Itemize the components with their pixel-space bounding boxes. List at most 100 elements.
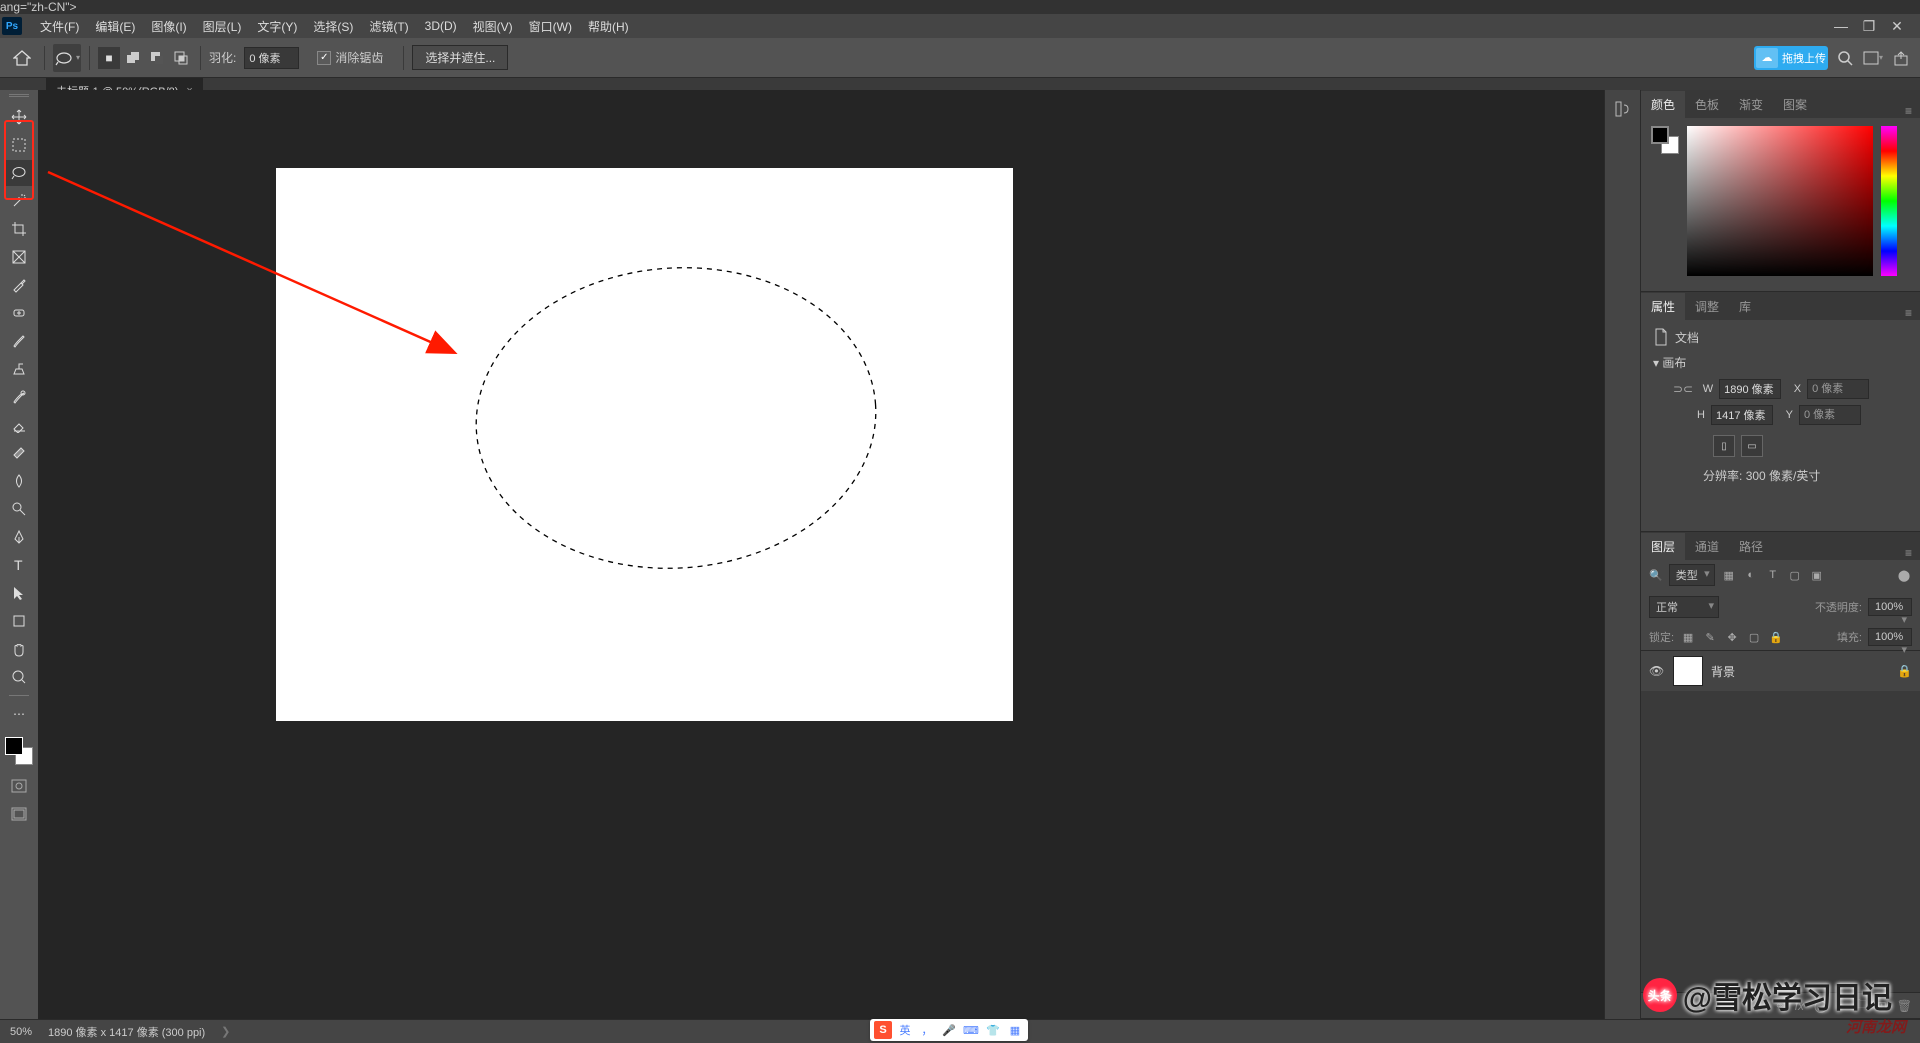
cloud-upload-button[interactable]: ☁ 拖拽上传 (1754, 46, 1828, 70)
menu-select[interactable]: 选择(S) (305, 18, 361, 35)
lock-position-icon[interactable]: ✥ (1724, 629, 1740, 645)
link-icon[interactable]: ⊃⊂ (1673, 382, 1693, 396)
foreground-color-swatch[interactable] (5, 737, 23, 755)
new-layer-icon[interactable]: ⊞ (1877, 999, 1887, 1013)
search-icon[interactable] (1834, 47, 1856, 69)
orientation-portrait[interactable]: ▯ (1713, 435, 1735, 457)
type-tool[interactable]: T (6, 552, 32, 578)
delete-layer-icon[interactable]: 🗑 (1897, 999, 1912, 1013)
hue-slider[interactable] (1881, 126, 1897, 276)
panel-menu-icon[interactable]: ≡ (1897, 546, 1920, 560)
magic-wand-tool[interactable] (6, 188, 32, 214)
fill-input[interactable]: 100% (1868, 628, 1912, 646)
opacity-input[interactable]: 100% (1868, 598, 1912, 616)
canvas-area[interactable] (38, 90, 1604, 1019)
ime-lang[interactable]: 英 (896, 1021, 914, 1039)
layer-name[interactable]: 背景 (1711, 663, 1889, 680)
tab-adjustments[interactable]: 调整 (1685, 293, 1729, 320)
visibility-icon[interactable]: 👁 (1649, 664, 1665, 678)
menu-help[interactable]: 帮助(H) (580, 18, 637, 35)
layer-fx-icon[interactable]: fx (1795, 999, 1804, 1013)
filter-toggle-icon[interactable]: ⬤ (1896, 567, 1912, 583)
eyedropper-tool[interactable] (6, 272, 32, 298)
menu-edit[interactable]: 编辑(E) (87, 18, 143, 35)
zoom-tool[interactable] (6, 664, 32, 690)
pen-tool[interactable] (6, 524, 32, 550)
menu-type[interactable]: 文字(Y) (249, 18, 305, 35)
dock-icon[interactable] (1610, 96, 1636, 122)
crop-tool[interactable] (6, 216, 32, 242)
menu-layer[interactable]: 图层(L) (195, 18, 250, 35)
filter-adjust-icon[interactable]: ◐ (1743, 567, 1759, 583)
menu-window[interactable]: 窗口(W) (521, 18, 580, 35)
tab-properties[interactable]: 属性 (1641, 293, 1685, 320)
path-selection-tool[interactable] (6, 580, 32, 606)
filter-shape-icon[interactable]: ▢ (1787, 567, 1803, 583)
blur-tool[interactable] (6, 468, 32, 494)
color-field[interactable] (1687, 126, 1873, 276)
panel-color-swatches[interactable] (1651, 126, 1679, 154)
filter-type-icon[interactable]: T (1765, 567, 1781, 583)
ime-skin-icon[interactable]: 👕 (984, 1021, 1002, 1039)
group-icon[interactable]: 🗀 (1855, 995, 1867, 1016)
frame-tool[interactable] (6, 244, 32, 270)
panel-menu-icon[interactable]: ≡ (1897, 306, 1920, 320)
antialias-checkbox[interactable]: ✓ (317, 51, 331, 65)
move-tool[interactable] (6, 104, 32, 130)
lock-artboard-icon[interactable]: ▢ (1746, 629, 1762, 645)
menu-filter[interactable]: 滤镜(T) (361, 18, 416, 35)
marquee-tool[interactable] (6, 132, 32, 158)
edit-toolbar-icon[interactable]: ⋯ (6, 701, 32, 727)
minimize-button[interactable]: — (1834, 18, 1848, 35)
layer-row[interactable]: 👁 背景 🔒 (1641, 651, 1920, 691)
current-tool-icon[interactable]: ▾ (53, 44, 81, 72)
mode-add[interactable] (122, 47, 144, 69)
panel-menu-icon[interactable]: ≡ (1897, 104, 1920, 118)
menu-view[interactable]: 视图(V) (465, 18, 521, 35)
brush-tool[interactable] (6, 328, 32, 354)
tab-swatches[interactable]: 色板 (1685, 91, 1729, 118)
quick-mask-icon[interactable] (6, 773, 32, 799)
filter-pixel-icon[interactable]: ▦ (1721, 567, 1737, 583)
history-brush-tool[interactable] (6, 384, 32, 410)
document-dimensions[interactable]: 1890 像素 x 1417 像素 (300 ppi) (48, 1024, 205, 1040)
tab-channels[interactable]: 通道 (1685, 533, 1729, 560)
lock-pixels-icon[interactable]: ▦ (1680, 629, 1696, 645)
tab-gradients[interactable]: 渐变 (1729, 91, 1773, 118)
lasso-tool[interactable] (6, 160, 32, 186)
layer-mask-icon[interactable]: ◯ (1814, 999, 1827, 1013)
dodge-tool[interactable] (6, 496, 32, 522)
share-icon[interactable] (1890, 47, 1912, 69)
mode-subtract[interactable] (146, 47, 168, 69)
toolbar-grip[interactable] (9, 94, 29, 100)
blend-mode-dropdown[interactable]: 正常 (1649, 596, 1719, 618)
home-button[interactable] (8, 44, 36, 72)
filter-smart-icon[interactable]: ▣ (1809, 567, 1825, 583)
menu-image[interactable]: 图像(I) (143, 18, 194, 35)
mode-intersect[interactable] (170, 47, 192, 69)
menu-3d[interactable]: 3D(D) (417, 19, 465, 33)
layer-thumbnail[interactable] (1673, 656, 1703, 686)
tab-color[interactable]: 颜色 (1641, 91, 1685, 118)
lock-all-icon[interactable]: 🔒 (1768, 629, 1784, 645)
zoom-level[interactable]: 50% (10, 1026, 32, 1038)
eraser-tool[interactable] (6, 412, 32, 438)
tab-layers[interactable]: 图层 (1641, 533, 1685, 560)
sogou-icon[interactable]: S (874, 1021, 892, 1039)
tab-libraries[interactable]: 库 (1729, 293, 1761, 320)
gradient-tool[interactable] (6, 440, 32, 466)
orientation-landscape[interactable]: ▭ (1741, 435, 1763, 457)
link-layers-icon[interactable]: ⚭ (1775, 999, 1785, 1013)
close-button[interactable]: ✕ (1890, 18, 1904, 35)
healing-brush-tool[interactable] (6, 300, 32, 326)
ime-voice-icon[interactable]: 🎤 (940, 1021, 958, 1039)
ime-toolbox-icon[interactable]: ▦ (1006, 1021, 1024, 1039)
screen-mode-tool[interactable] (6, 801, 32, 827)
ime-punct-icon[interactable]: ， (918, 1021, 936, 1039)
ime-keyboard-icon[interactable]: ⌨ (962, 1021, 980, 1039)
screen-mode-icon[interactable]: ▾ (1862, 47, 1884, 69)
height-input[interactable] (1711, 405, 1773, 425)
filter-search-icon[interactable]: 🔍 (1649, 569, 1663, 582)
tab-paths[interactable]: 路径 (1729, 533, 1773, 560)
filter-kind-dropdown[interactable]: 类型 (1669, 564, 1715, 586)
